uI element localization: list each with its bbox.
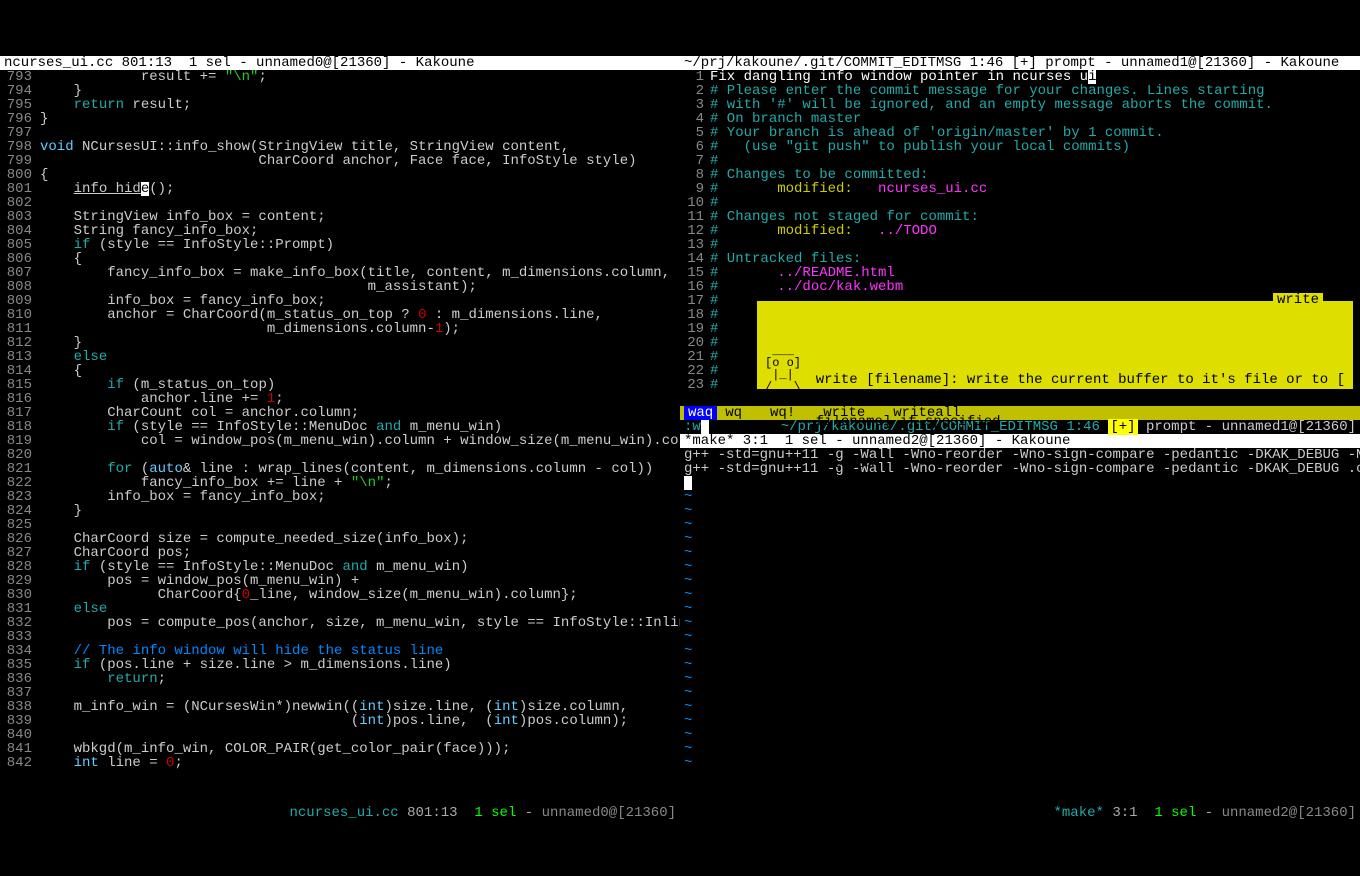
left-title-bar: ncurses_ui.cc 801:13 1 sel - unnamed0@[2… [0,56,680,70]
info-tooltip: write ___ [o o] |_| / \ write [filename]… [756,300,1354,390]
completion-item[interactable]: waq [684,406,717,420]
left-status-bar: ncurses_ui.cc 801:13 1 sel - unnamed0@[2… [0,792,680,806]
prompt-cursor [701,420,709,434]
left-editor-pane: ncurses_ui.cc 801:13 1 sel - unnamed0@[2… [0,56,680,806]
commit-title-bar: ~/prj/kakoune/.git/COMMIT_EDITMSG 1:46 [… [680,56,1360,70]
completion-item[interactable]: wq [725,406,742,420]
make-status-bar: *make* 3:1 1 sel - unnamed2@[21360] [680,792,1360,806]
assistant-ascii-art: ___ [o o] |_| / \ [765,345,816,499]
commit-editor-pane: ~/prj/kakoune/.git/COMMIT_EDITMSG 1:46 [… [680,56,1360,434]
left-code-area[interactable]: 793 result += "\n";794 }795 return resul… [0,70,680,792]
